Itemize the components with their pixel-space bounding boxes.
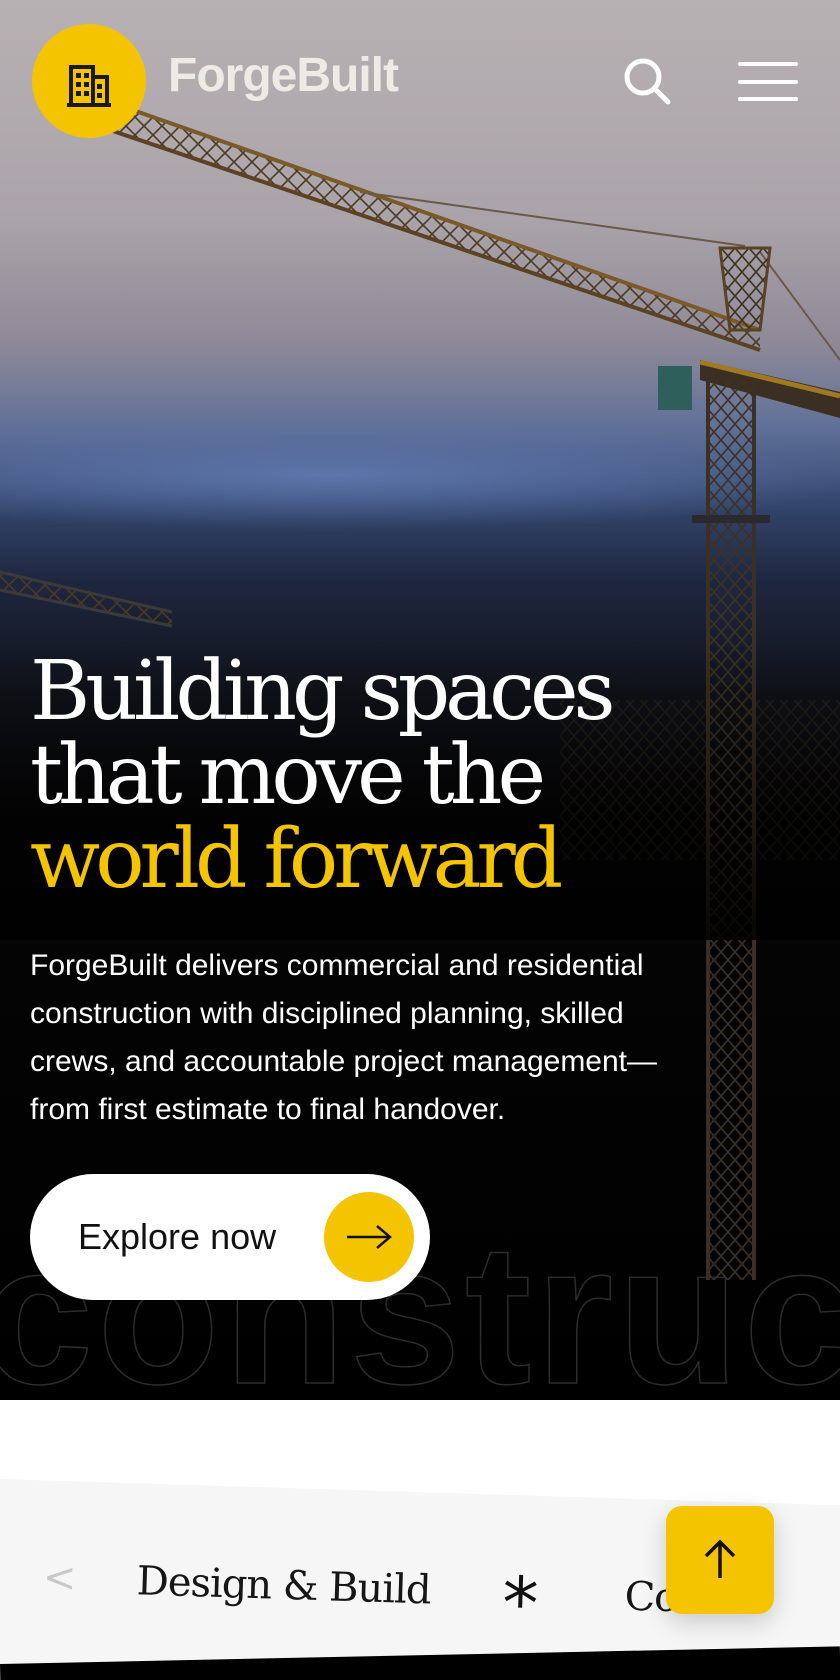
- hero-description: ForgeBuilt delivers commercial and resid…: [30, 949, 658, 1126]
- ticker-item-partial: <: [42, 1554, 77, 1602]
- search-icon: [624, 58, 671, 105]
- hamburger-menu-icon: [738, 80, 798, 84]
- brand-name[interactable]: ForgeBuilt: [168, 52, 399, 100]
- logo[interactable]: [32, 24, 146, 138]
- crane-jib: [109, 100, 761, 352]
- menu-button[interactable]: [738, 62, 798, 102]
- headline-line-2: that move the: [30, 728, 546, 823]
- back-to-top-button[interactable]: [666, 1506, 774, 1614]
- crane-secondary: [0, 570, 173, 628]
- arrow-right-icon: [324, 1192, 414, 1282]
- hamburger-menu-icon: [738, 62, 798, 66]
- hero-section: construct ForgeBuilt Building spaces: [0, 0, 840, 1400]
- headline-accent: world forward: [30, 812, 563, 907]
- arrow-up-icon: [704, 1539, 736, 1578]
- hamburger-menu-icon: [738, 97, 798, 101]
- headline-line-1: Building spaces: [30, 644, 616, 739]
- hero-headline: Building spaces that move the world forw…: [30, 650, 790, 902]
- explore-now-label: Explore now: [78, 1216, 277, 1257]
- search-button[interactable]: [622, 56, 672, 106]
- building-icon: [67, 65, 111, 107]
- ticker-item: Design & Build: [136, 1558, 432, 1614]
- explore-now-button[interactable]: Explore now: [30, 1174, 430, 1300]
- asterisk-icon: *: [501, 1560, 540, 1646]
